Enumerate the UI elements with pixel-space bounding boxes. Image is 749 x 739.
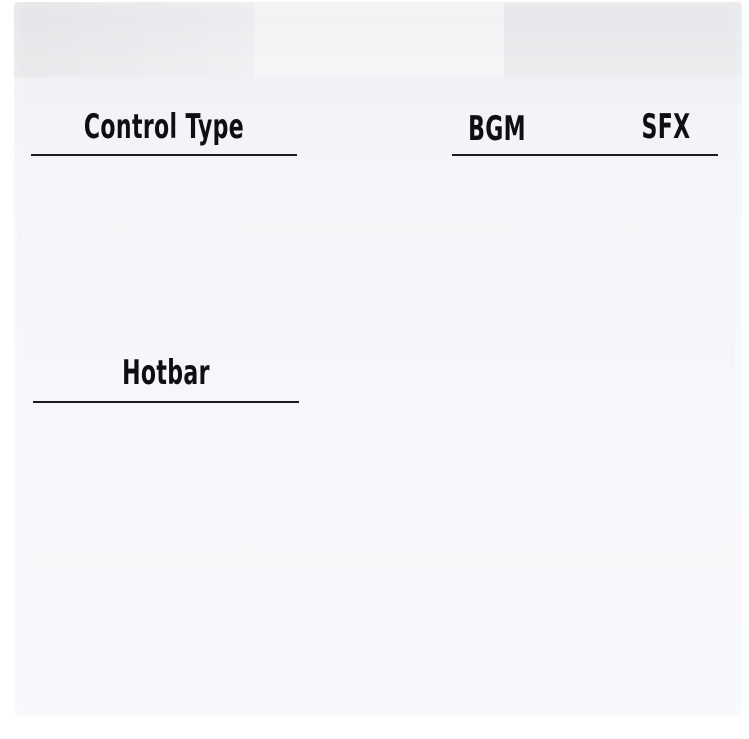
control-type-divider [31,154,297,156]
sfx-heading: SFX [641,107,691,147]
hotbar-divider [33,401,299,403]
control-type-heading: Control Type [83,107,245,147]
hotbar-heading: Hotbar [122,353,210,393]
audio-divider [452,154,718,156]
bgm-heading: BGM [468,109,526,149]
